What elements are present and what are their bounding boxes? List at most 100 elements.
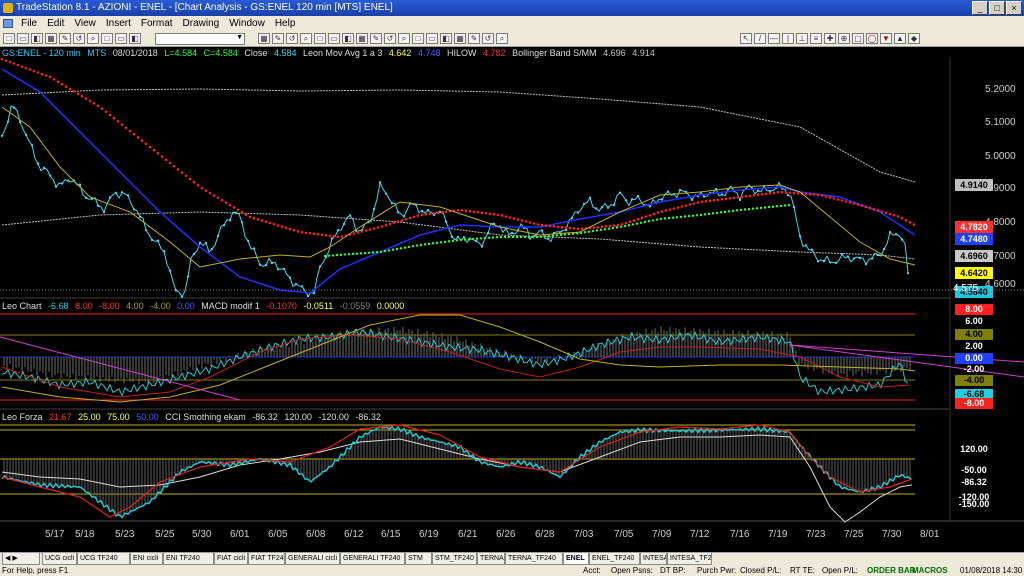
purch-pwr-label: Purch Pwr: (697, 566, 737, 575)
toolbar-button[interactable]: ▦ (356, 33, 368, 44)
hilow-dot (864, 205, 868, 209)
workspace-tab[interactable]: STM_TF240 (432, 553, 477, 565)
drawing-tool-button[interactable]: ▲ (894, 33, 906, 44)
toolbar-button[interactable]: □ (101, 33, 113, 44)
toolbar-button[interactable]: ⌕ (87, 33, 99, 44)
document-icon[interactable] (3, 19, 13, 28)
order-bar-label[interactable]: ORDER BAR (867, 565, 915, 576)
workspace-tab[interactable]: GENERALI TF240 (340, 553, 405, 565)
toolbar-button[interactable]: ⌕ (398, 33, 410, 44)
toolbar-button[interactable]: □ (314, 33, 326, 44)
drawing-tool-button[interactable]: ↖ (740, 33, 752, 44)
price-point (810, 248, 814, 252)
date-axis-label: 7/09 (652, 529, 672, 540)
toolbar-button[interactable]: ↺ (482, 33, 494, 44)
menu-insert[interactable]: Insert (101, 16, 136, 31)
drawing-tool-button[interactable]: ▼ (880, 33, 892, 44)
toolbar-button[interactable]: ↺ (73, 33, 85, 44)
hilow-dot (900, 216, 904, 220)
hilow-dot (540, 223, 544, 227)
toolbar-button[interactable]: ▦ (454, 33, 466, 44)
toolbar-button[interactable]: □ (3, 33, 15, 44)
hilow-dot (656, 211, 660, 214)
title-bar: TradeStation 8.1 - AZIONI - ENEL - [Char… (0, 0, 1024, 16)
workspace-tab[interactable]: ENEL_TF240 (589, 553, 640, 565)
menu-format[interactable]: Format (136, 16, 178, 31)
hilow-dot (180, 171, 184, 174)
toolbar-button[interactable]: ▭ (115, 33, 127, 44)
leo-chart-red-line (1, 334, 911, 398)
toolbar-button[interactable]: ↺ (384, 33, 396, 44)
workspace-tab[interactable]: ENI cicli (130, 553, 163, 565)
price-point (108, 196, 112, 199)
toolbar-button[interactable]: □ (412, 33, 424, 44)
workspace-tab[interactable]: UCG TF240 (77, 553, 130, 565)
maximize-button[interactable]: □ (989, 1, 1005, 15)
green-dot (715, 211, 719, 215)
toolbar-button[interactable]: ▭ (328, 33, 340, 44)
toolbar-button[interactable]: ✎ (370, 33, 382, 44)
tab-scroll-buttons[interactable]: ◀ ▶ (2, 553, 40, 565)
green-dot (699, 213, 703, 217)
toolbar-button[interactable]: ▭ (426, 33, 438, 44)
toolbar-button[interactable]: ⌕ (496, 33, 508, 44)
drawing-tool-button[interactable]: — (768, 33, 780, 44)
toolbar-button[interactable]: ✎ (468, 33, 480, 44)
toolbar-button[interactable]: ◧ (342, 33, 354, 44)
drawing-tool-button[interactable]: ◯ (866, 33, 878, 44)
workspace-tab[interactable]: ENEL (563, 553, 589, 565)
drawing-tool-button[interactable]: ⊥ (796, 33, 808, 44)
toolbar-button[interactable]: ▭ (17, 33, 29, 44)
drawing-tool-button[interactable]: ◆ (908, 33, 920, 44)
hilow-value: 4.782 (483, 48, 506, 58)
workspace-tab[interactable]: STM (405, 553, 432, 565)
hilow-dot (252, 216, 256, 220)
toolbar-button[interactable]: ◧ (31, 33, 43, 44)
minimize-button[interactable]: _ (972, 1, 988, 15)
green-dot (683, 215, 687, 218)
price-point (48, 174, 52, 177)
toolbar-button[interactable]: ⌕ (300, 33, 312, 44)
price-point (768, 189, 772, 193)
toolbar-button[interactable]: ↺ (286, 33, 298, 44)
workspace-tab[interactable]: ENI TF240 (163, 553, 214, 565)
hilow-dot (388, 222, 392, 226)
toolbar-button[interactable]: ✎ (272, 33, 284, 44)
menu-help[interactable]: Help (270, 16, 301, 31)
menu-file[interactable]: File (16, 16, 42, 31)
hilow-dot (20, 65, 24, 68)
hilow-dot (176, 168, 180, 171)
symbol-combo[interactable]: ▼ (155, 33, 245, 45)
workspace-tab[interactable]: TERNA_TF240 (505, 553, 563, 565)
drawing-tool-button[interactable]: ▢ (852, 33, 864, 44)
drawing-tool-button[interactable]: ✚ (824, 33, 836, 44)
hilow-dot (128, 129, 132, 133)
hilow-dot (536, 223, 540, 226)
workspace-tab[interactable]: INTESA_TF240 (667, 553, 712, 565)
toolbar-button[interactable]: ✎ (59, 33, 71, 44)
workspace-tab[interactable]: TERNA (477, 553, 505, 565)
menu-drawing[interactable]: Drawing (178, 16, 225, 31)
menu-window[interactable]: Window (224, 16, 270, 31)
drawing-tool-button[interactable]: / (754, 33, 766, 44)
macros-label[interactable]: MACROS (912, 565, 948, 576)
toolbar-button[interactable]: ▦ (45, 33, 57, 44)
price-point (582, 202, 586, 206)
workspace-tab[interactable]: GENERALI cicli (285, 553, 340, 565)
close-button[interactable]: × (1006, 1, 1022, 15)
toolbar-button[interactable]: ◧ (440, 33, 452, 44)
workspace-tab[interactable]: FIAT cicli (214, 553, 248, 565)
drawing-tool-button[interactable]: ≡ (810, 33, 822, 44)
chart-svg[interactable] (0, 47, 1024, 543)
chart-area[interactable]: GS:ENEL - 120 min MTS 08/01/2018 L=4.584… (0, 47, 1024, 543)
menu-view[interactable]: View (69, 16, 101, 31)
menu-edit[interactable]: Edit (42, 16, 69, 31)
workspace-tab[interactable]: UCG cicli (42, 553, 77, 565)
drawing-tool-button[interactable]: ⊕ (838, 33, 850, 44)
workspace-tab[interactable]: FIAT TF240 (248, 553, 285, 565)
toolbar-button[interactable]: ◧ (129, 33, 141, 44)
workspace-tab[interactable]: INTESA (640, 553, 667, 565)
toolbar-button[interactable]: ▦ (258, 33, 270, 44)
drawing-tool-button[interactable]: | (782, 33, 794, 44)
price-point (24, 133, 28, 137)
